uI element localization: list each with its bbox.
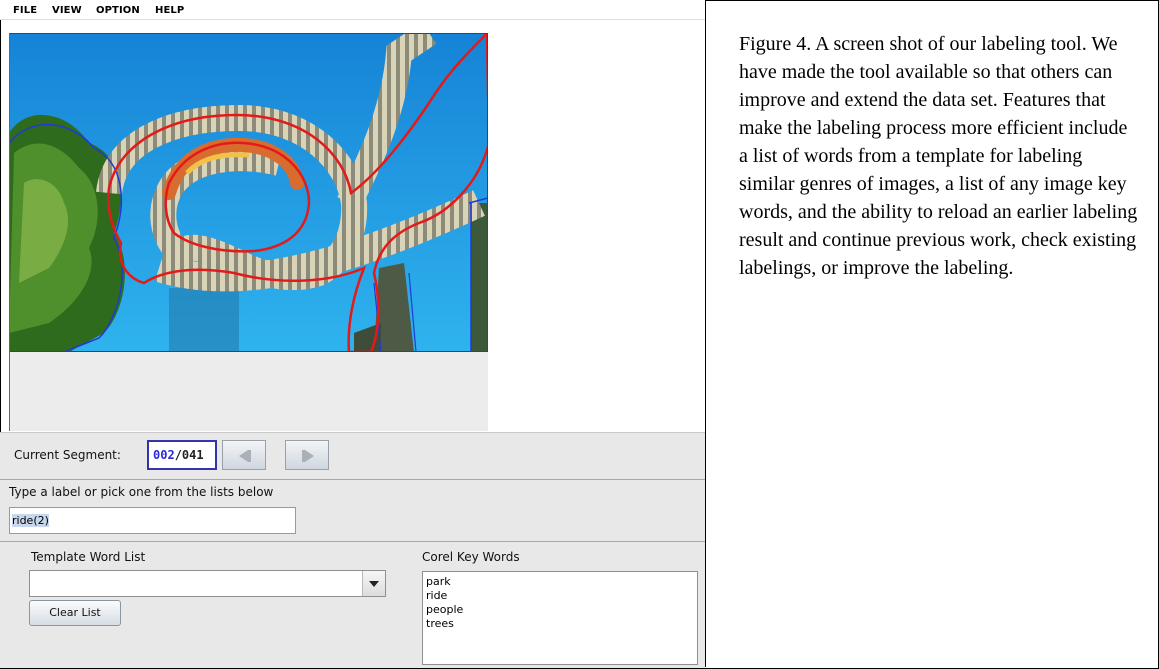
figure-caption: Figure 4. A screen shot of our labeling … [739,33,1138,279]
canvas-left-border [9,33,10,431]
segment-separator: / [174,448,182,462]
chevron-down-icon [369,581,379,587]
list-item[interactable]: park [426,575,697,589]
template-word-list-title: Template Word List [31,550,146,564]
label-input-value: ride(2) [12,514,49,527]
image-canvas[interactable] [9,33,488,431]
list-item[interactable]: trees [426,617,697,631]
menu-view[interactable]: VIEW [52,5,82,16]
list-item[interactable]: people [426,603,697,617]
segment-current: 002 [153,448,175,462]
segmented-photo[interactable] [9,33,488,352]
label-prompt: Type a label or pick one from the lists … [9,485,274,499]
menu-bar: FILE VIEW OPTION HELP [0,0,705,20]
menu-help[interactable]: HELP [155,5,184,16]
menu-file[interactable]: FILE [13,5,37,16]
menu-option[interactable]: OPTION [96,5,140,16]
template-word-dropdown[interactable] [29,570,386,597]
dropdown-arrow-button[interactable] [362,571,385,596]
previous-segment-button[interactable] [222,440,266,470]
list-item[interactable]: ride [426,589,697,603]
next-segment-button[interactable] [285,440,329,470]
segment-counter[interactable]: 002/041 [147,440,217,470]
segment-total: 041 [181,448,204,462]
previous-arrow-icon [239,450,251,462]
label-input[interactable]: ride(2) [9,507,296,534]
corel-key-words-list[interactable]: park ride people trees [422,571,698,665]
clear-list-button[interactable]: Clear List [29,600,121,626]
next-arrow-icon [302,450,314,462]
current-segment-label: Current Segment: [14,448,121,462]
labeling-tool-window: FILE VIEW OPTION HELP Current Segment: 0… [0,0,706,668]
corel-key-words-title: Corel Key Words [422,550,520,564]
